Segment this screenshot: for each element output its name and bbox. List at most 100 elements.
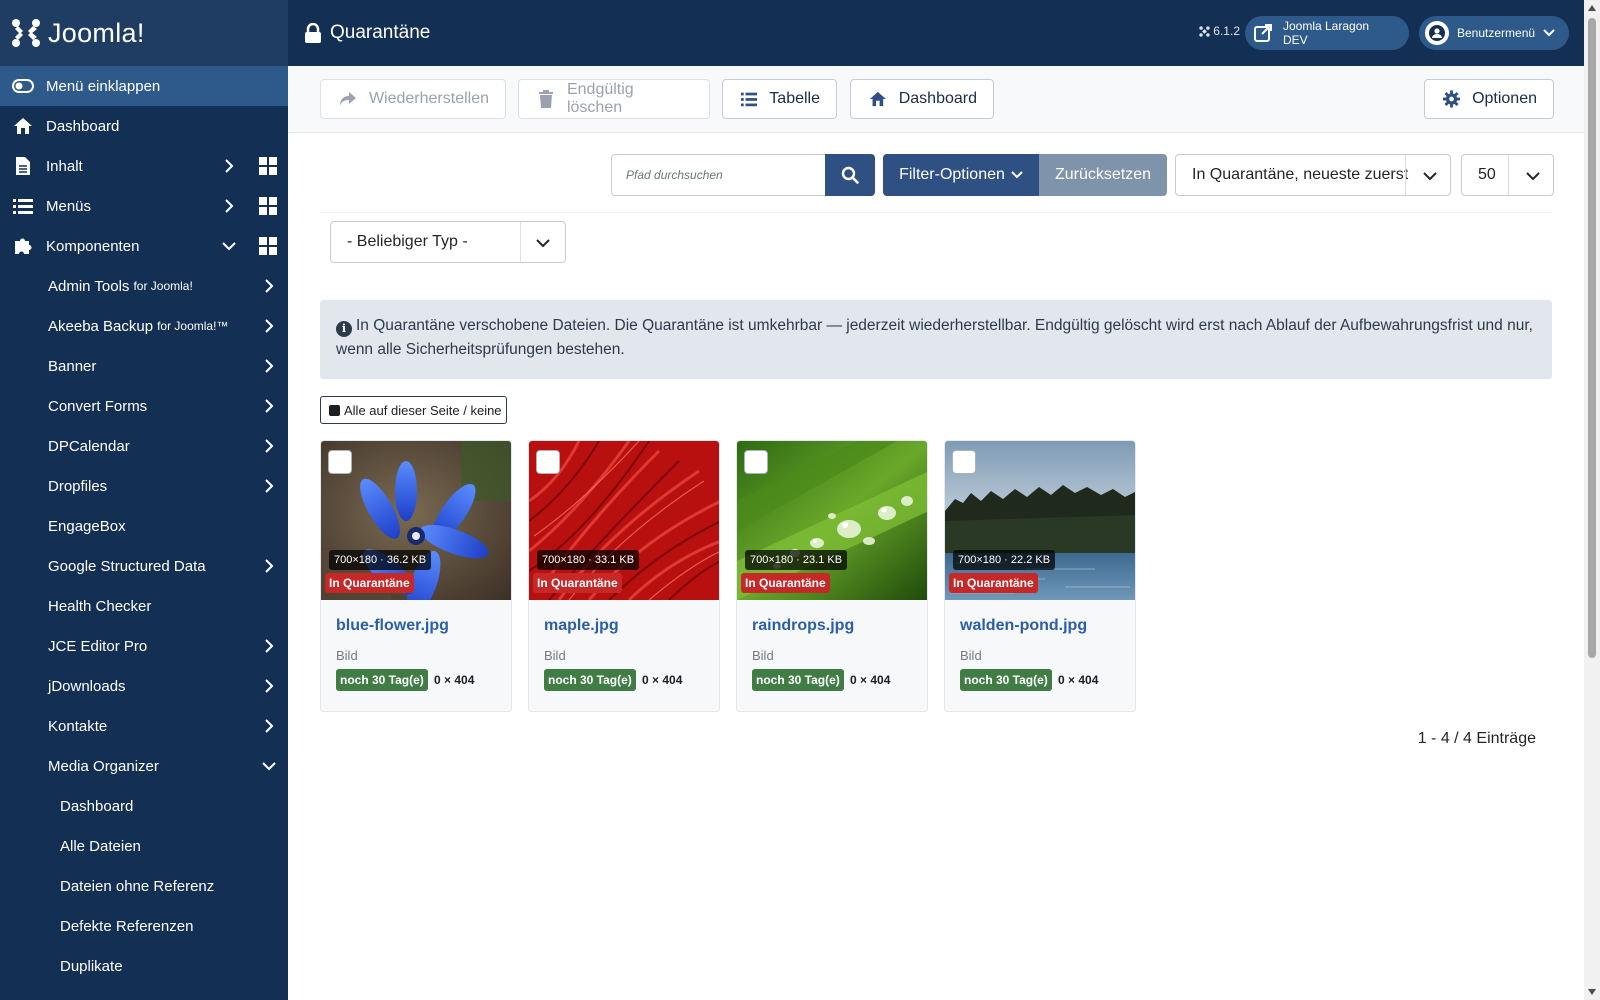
file-card[interactable]: 700×180 · 33.1 KB In Quarantäne maple.jp…	[528, 440, 720, 712]
sidebar-item-kontakte[interactable]: Kontakte	[0, 706, 288, 746]
sidebar-item-dropfiles[interactable]: Dropfiles	[0, 466, 288, 506]
search-input[interactable]	[626, 168, 816, 182]
scrollbar-thumb[interactable]	[1588, 18, 1596, 658]
reset-button[interactable]: Zurücksetzen	[1039, 154, 1167, 196]
file-name-link[interactable]: maple.jpg	[544, 617, 619, 635]
file-type: Bild	[752, 648, 774, 663]
puzzle-icon	[12, 235, 34, 257]
options-label: Optionen	[1472, 90, 1537, 107]
sidebar-item-dashboard[interactable]: Dashboard	[0, 106, 288, 146]
file-card[interactable]: 700×180 · 22.2 KB In Quarantäne walden-p…	[944, 440, 1136, 712]
file-meta-badge: 700×180 · 22.2 KB	[953, 550, 1056, 570]
type-select[interactable]: - Beliebiger Typ -	[330, 221, 566, 263]
sidebar-item-mo-dashboard[interactable]: Dashboard	[0, 786, 288, 826]
options-button[interactable]: Optionen	[1424, 79, 1554, 119]
filter-options-button[interactable]: Filter-Optionen	[883, 154, 1039, 196]
sidebar-item-label: DPCalendar	[48, 437, 130, 455]
site-link-button[interactable]: Joomla Laragon DEV	[1245, 16, 1409, 50]
quarantine-badge: In Quarantäne	[741, 573, 830, 593]
chevron-right-icon	[265, 479, 274, 493]
sidebar-item-label: Defekte Referenzen	[60, 917, 194, 935]
delete-permanently-button[interactable]: Endgültig löschen	[518, 79, 710, 119]
search-icon	[841, 166, 859, 184]
restore-button[interactable]: Wiederherstellen	[320, 79, 506, 119]
sidebar-item-convert-forms[interactable]: Convert Forms	[0, 386, 288, 426]
sidebar-item-health-checker[interactable]: Health Checker	[0, 586, 288, 626]
select-checkbox[interactable]	[328, 450, 352, 474]
chevron-down-icon	[262, 762, 276, 771]
list-icon	[741, 92, 758, 107]
chevron-right-icon	[265, 279, 274, 293]
sidebar-item-mo-all-files[interactable]: Alle Dateien	[0, 826, 288, 866]
select-checkbox[interactable]	[952, 450, 976, 474]
sidebar-item-label: Dashboard	[60, 797, 134, 815]
file-card[interactable]: 700×180 · 36.2 KB In Quarantäne blue-flo…	[320, 440, 512, 712]
select-checkbox[interactable]	[744, 450, 768, 474]
scroll-up-arrow-icon[interactable]	[1588, 5, 1596, 11]
sidebar-item-menus[interactable]: Menüs	[0, 186, 288, 226]
file-card[interactable]: 700×180 · 23.1 KB In Quarantäne raindrop…	[736, 440, 928, 712]
dashboard-grid-icon[interactable]	[259, 197, 277, 215]
sidebar-item-jdownloads[interactable]: jDownloads	[0, 666, 288, 706]
dashboard-button[interactable]: Dashboard	[850, 79, 994, 119]
file-thumbnail[interactable]: 700×180 · 33.1 KB In Quarantäne	[529, 441, 719, 600]
chevron-down-icon	[1423, 172, 1437, 181]
file-name-link[interactable]: blue-flower.jpg	[336, 617, 449, 635]
select-all-button[interactable]: Alle auf dieser Seite / keine	[320, 396, 507, 424]
file-thumbnail[interactable]: 700×180 · 22.2 KB In Quarantäne	[945, 441, 1135, 600]
file-meta-badge: 700×180 · 33.1 KB	[537, 550, 640, 570]
sort-select[interactable]: In Quarantäne, neueste zuerst	[1175, 154, 1451, 196]
sidebar-item-dpcalendar[interactable]: DPCalendar	[0, 426, 288, 466]
file-thumbnail[interactable]: 700×180 · 23.1 KB In Quarantäne	[737, 441, 927, 600]
user-menu-button[interactable]: Benutzermenü	[1419, 16, 1569, 50]
trash-icon	[538, 90, 553, 108]
sidebar-item-label: Media Organizer	[48, 757, 159, 775]
site-link-label: Joomla Laragon DEV	[1282, 19, 1370, 47]
sidebar-item-mo-unreferenced[interactable]: Dateien ohne Referenz	[0, 866, 288, 906]
joomla-logo[interactable]: Joomla!	[0, 0, 288, 66]
file-name-link[interactable]: walden-pond.jpg	[960, 617, 1087, 635]
sidebar-item-engagebox[interactable]: EngageBox	[0, 506, 288, 546]
brand-name: Joomla!	[48, 17, 145, 48]
select-checkbox[interactable]	[536, 450, 560, 474]
file-name-link[interactable]: raindrops.jpg	[752, 617, 854, 635]
limit-select[interactable]: 50	[1461, 154, 1554, 196]
delete-label: Endgültig löschen	[566, 81, 634, 116]
dashboard-grid-icon[interactable]	[259, 157, 277, 175]
sidebar-item-label: Google Structured Data	[48, 557, 206, 575]
sidebar-item-label: Menüs	[46, 197, 92, 215]
home-icon	[12, 115, 34, 137]
home-icon	[869, 91, 886, 107]
sidebar-item-admin-tools[interactable]: Admin Tools for Joomla!	[0, 266, 288, 306]
sidebar-item-content[interactable]: Inhalt	[0, 146, 288, 186]
search-field	[611, 154, 825, 196]
sidebar-item-mo-duplicates[interactable]: Duplikate	[0, 946, 288, 986]
sidebar-item-google-structured-data[interactable]: Google Structured Data	[0, 546, 288, 586]
sidebar-item-banner[interactable]: Banner	[0, 346, 288, 386]
sidebar-item-label: Health Checker	[48, 597, 152, 615]
pagination-counter: 1 - 4 / 4 Einträge	[1417, 730, 1536, 747]
sidebar-item-media-organizer[interactable]: Media Organizer	[0, 746, 288, 786]
search-button[interactable]	[825, 154, 875, 196]
file-thumbnail[interactable]: 700×180 · 36.2 KB In Quarantäne	[321, 441, 511, 600]
sidebar-item-components[interactable]: Komponenten	[0, 226, 288, 266]
sidebar-toggle[interactable]: Menü einklappen	[0, 66, 288, 106]
gear-icon	[1443, 90, 1461, 108]
retention-badge: noch 30 Tag(e)	[544, 669, 636, 691]
dashboard-grid-icon[interactable]	[259, 237, 277, 255]
scroll-down-arrow-icon[interactable]	[1588, 989, 1596, 995]
sidebar-item-jce-editor-pro[interactable]: JCE Editor Pro	[0, 626, 288, 666]
sidebar-item-label: Dateien ohne Referenz	[60, 877, 215, 895]
user-icon	[1425, 21, 1449, 45]
info-alert: i In Quarantäne verschobene Dateien. Die …	[320, 300, 1552, 379]
page-scrollbar[interactable]	[1584, 0, 1600, 1000]
quarantine-badge: In Quarantäne	[533, 573, 622, 593]
joomla-logo-icon	[12, 19, 40, 47]
sidebar-toggle-label: Menü einklappen	[46, 77, 161, 95]
table-view-button[interactable]: Tabelle	[722, 79, 837, 119]
page-title: Quarantäne	[330, 22, 431, 43]
sidebar-item-label: Convert Forms	[48, 397, 148, 415]
chevron-right-icon	[265, 399, 274, 413]
sidebar-item-akeeba-backup[interactable]: Akeeba Backup for Joomla!™	[0, 306, 288, 346]
sidebar-item-mo-broken-refs[interactable]: Defekte Referenzen	[0, 906, 288, 946]
